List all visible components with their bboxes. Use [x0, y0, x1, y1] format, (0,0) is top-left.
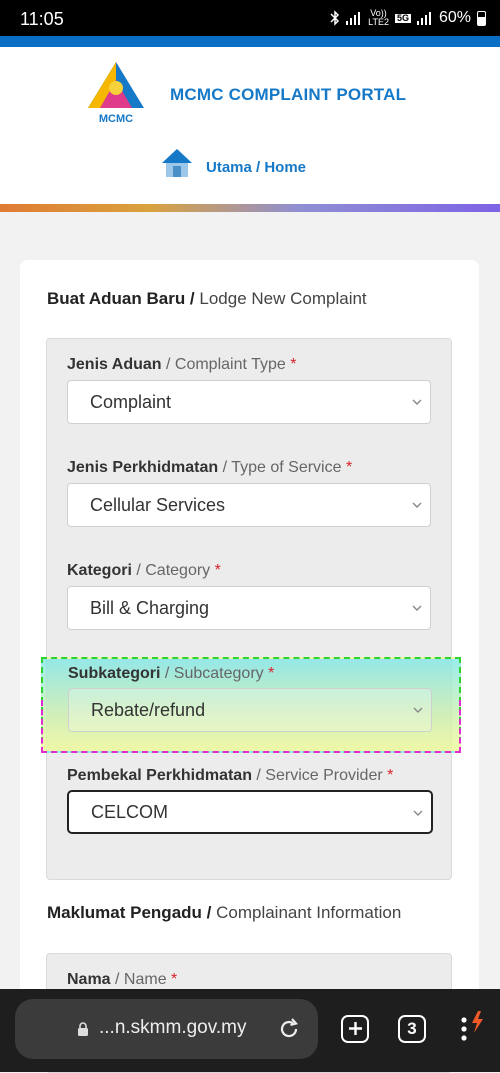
- category-label-ms: Kategori: [67, 562, 132, 579]
- home-icon[interactable]: [160, 147, 194, 179]
- plus-icon: [348, 1022, 362, 1035]
- home-breadcrumb-link[interactable]: Utama / Home: [206, 159, 306, 176]
- category-select[interactable]: Bill & Charging: [67, 586, 431, 630]
- chevron-down-icon: [412, 605, 422, 611]
- complaint-form-card: Buat Aduan Baru / Lodge New Complaint Je…: [20, 260, 479, 1073]
- subcategory-select[interactable]: Rebate/refund: [68, 688, 432, 732]
- name-label: Nama / Name *: [67, 971, 177, 989]
- status-bar: 11:05 Vo)) LTE2 5G 60%: [0, 0, 500, 36]
- highlight-border-bottom: [41, 751, 461, 753]
- complaint-type-select[interactable]: Complaint: [67, 380, 431, 424]
- required-marker: *: [268, 665, 275, 682]
- subcategory-value: Rebate/refund: [91, 700, 206, 720]
- logo-text: MCMC: [99, 113, 133, 125]
- complaint-type-label-en: / Complaint Type: [161, 356, 291, 373]
- signal-icon: [346, 12, 361, 25]
- service-type-label-ms: Jenis Perkhidmatan: [67, 459, 219, 476]
- lodge-complaint-heading: Buat Aduan Baru / Lodge New Complaint: [47, 289, 367, 309]
- required-marker: *: [290, 356, 297, 373]
- new-tab-icon[interactable]: [341, 1015, 369, 1043]
- required-marker: *: [387, 767, 394, 784]
- menu-icon[interactable]: [456, 1009, 486, 1045]
- battery-percent: 60%: [438, 9, 471, 26]
- mcmc-logo[interactable]: MCMC: [80, 60, 152, 126]
- top-accent-bar: [0, 36, 500, 47]
- status-icons: Vo)) LTE2 5G 60%: [330, 9, 486, 27]
- complainant-heading-ms: Maklumat Pengadu /: [47, 903, 217, 922]
- required-marker: *: [214, 562, 221, 579]
- service-provider-label-ms: Pembekal Perkhidmatan: [67, 767, 252, 784]
- portal-title: MCMC COMPLAINT PORTAL: [170, 85, 407, 104]
- status-time: 11:05: [20, 9, 64, 29]
- browser-toolbar: ...n.skmm.gov.my 3: [0, 989, 500, 1072]
- name-label-ms: Nama: [67, 971, 111, 988]
- subcategory-highlight: Subkategori / Subcategory * Rebate/refun…: [41, 657, 461, 753]
- complaint-type-label: Jenis Aduan / Complaint Type *: [67, 356, 296, 374]
- tab-count: 3: [407, 1019, 417, 1038]
- chevron-down-icon: [412, 502, 422, 508]
- complainant-info-heading: Maklumat Pengadu / Complainant Informati…: [47, 903, 401, 923]
- site-header: MCMC MCMC COMPLAINT PORTAL Utama / Home: [0, 47, 500, 205]
- service-provider-label-en: / Service Provider: [251, 767, 388, 784]
- lock-icon: [78, 1022, 88, 1036]
- update-flash-icon: [472, 1011, 483, 1033]
- service-provider-select[interactable]: CELCOM: [67, 790, 433, 834]
- required-marker: *: [345, 459, 353, 476]
- chevron-down-icon: [413, 810, 423, 816]
- name-label-en: / Name: [110, 971, 172, 988]
- subcategory-label: Subkategori / Subcategory *: [68, 665, 274, 683]
- lodge-heading-ms: Buat Aduan Baru /: [47, 289, 200, 308]
- lte-label: LTE2: [368, 17, 389, 27]
- category-value: Bill & Charging: [90, 598, 210, 618]
- service-type-select[interactable]: Cellular Services: [67, 483, 431, 527]
- service-type-value: Cellular Services: [90, 495, 226, 515]
- service-type-label-en: / Type of Service: [218, 459, 346, 476]
- category-label-en: / Category: [131, 562, 215, 579]
- service-provider-label: Pembekal Perkhidmatan / Service Provider…: [67, 767, 393, 785]
- service-provider-value: CELCOM: [91, 802, 169, 822]
- bluetooth-icon: [330, 10, 340, 26]
- highlight-border-left: [41, 700, 43, 753]
- network-5g-indicator: 5G: [394, 12, 411, 23]
- chevron-down-icon: [412, 399, 422, 405]
- subcategory-label-ms: Subkategori: [68, 665, 161, 682]
- signal-icon-2: [416, 12, 431, 25]
- url-text: ...n.skmm.gov.my: [99, 1017, 247, 1038]
- complainant-heading-en: Complainant Information: [216, 903, 402, 922]
- reload-icon[interactable]: [276, 1016, 302, 1042]
- tab-switcher-icon[interactable]: 3: [398, 1015, 426, 1043]
- category-label: Kategori / Category *: [67, 562, 221, 580]
- volte-indicator: Vo)) LTE2: [368, 9, 389, 27]
- complaint-type-label-ms: Jenis Aduan: [67, 356, 162, 373]
- subcategory-label-en: / Subcategory: [160, 665, 269, 682]
- highlight-border-right: [459, 700, 461, 753]
- address-bar[interactable]: ...n.skmm.gov.my: [15, 999, 318, 1059]
- header-gradient-divider: [0, 204, 500, 212]
- battery-icon: [477, 10, 486, 26]
- complaint-type-value: Complaint: [90, 392, 172, 412]
- required-marker: *: [171, 971, 178, 988]
- chevron-down-icon: [413, 707, 423, 713]
- service-type-label: Jenis Perkhidmatan / Type of Service *: [67, 459, 352, 477]
- lodge-heading-en: Lodge New Complaint: [199, 289, 367, 308]
